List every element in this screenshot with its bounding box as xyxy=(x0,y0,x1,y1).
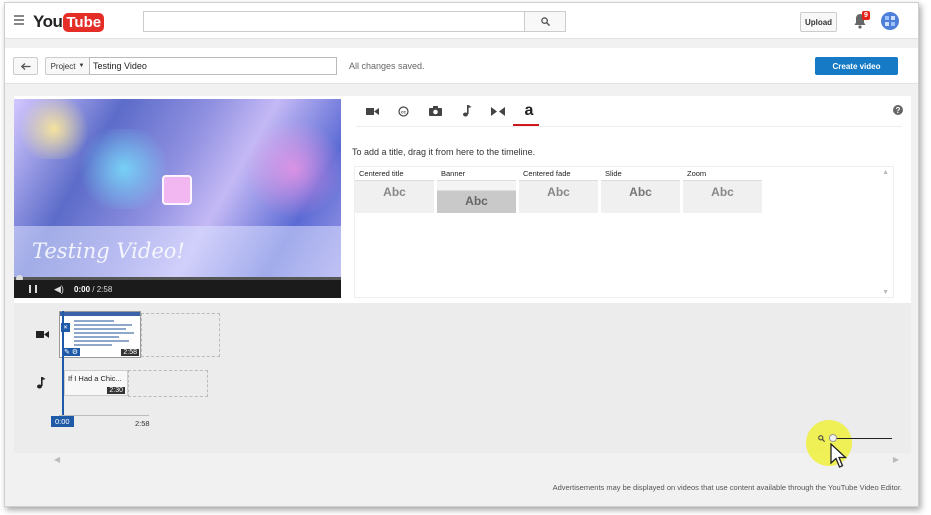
help-icon[interactable]: ? xyxy=(893,105,903,115)
back-arrow-icon xyxy=(20,62,30,70)
search-icon xyxy=(540,17,550,26)
audio-drop-zone[interactable] xyxy=(128,370,208,397)
video-clip-duration: 2:58 xyxy=(121,349,139,356)
save-status: All changes saved. xyxy=(349,61,425,71)
text-icon[interactable]: a xyxy=(519,102,539,120)
upload-button[interactable]: Upload xyxy=(800,12,837,32)
timeline-end-time: 2:58 xyxy=(135,419,150,428)
search-button[interactable] xyxy=(524,11,566,32)
scroll-down-icon[interactable]: ▼ xyxy=(882,289,889,296)
masthead: You Tube Upload 9 xyxy=(5,3,918,39)
project-title-input[interactable] xyxy=(89,57,337,75)
tab-divider xyxy=(356,126,902,127)
photo-icon[interactable] xyxy=(425,102,445,120)
clip-tools-icon[interactable]: ✎ ⚙ xyxy=(62,348,81,356)
logo-tube: Tube xyxy=(63,12,105,32)
title-style-zoom[interactable]: Zoom Abc xyxy=(683,169,762,213)
title-style-centered-title[interactable]: Centered title Abc xyxy=(355,169,434,213)
title-style-sample: Abc xyxy=(519,180,598,213)
pause-icon[interactable] xyxy=(29,285,37,293)
title-style-name: Banner xyxy=(441,169,466,178)
title-instructions: To add a title, drag it from here to the… xyxy=(352,147,536,157)
title-style-sample: Abc xyxy=(601,180,680,213)
audio-clip[interactable]: If I Had a Chic... 2:30 xyxy=(64,370,128,396)
volume-icon[interactable]: ◀) xyxy=(54,284,64,295)
timeline-scrollbar[interactable]: ◀ ▶ xyxy=(14,455,911,465)
avatar[interactable] xyxy=(881,12,899,30)
audio-track-icon xyxy=(36,377,46,392)
editor-tabs: cc a ? xyxy=(356,96,911,126)
search-input[interactable] xyxy=(143,11,525,32)
current-time: 0:00 xyxy=(74,285,91,294)
title-styles-panel: Centered title Abc Banner Abc Centered f… xyxy=(354,166,894,298)
title-style-name: Slide xyxy=(605,169,622,178)
scroll-up-icon[interactable]: ▲ xyxy=(882,169,889,176)
editor-panel: Testing Video! ◀) 0:00 / 2:58 cc a ? To … xyxy=(14,96,911,303)
player-controls: ◀) 0:00 / 2:58 xyxy=(14,280,341,298)
time-display: 0:00 / 2:58 xyxy=(74,285,112,294)
title-style-sample: Abc xyxy=(683,180,762,213)
notification-badge: 9 xyxy=(862,11,870,20)
zoom-slider-handle[interactable] xyxy=(829,434,837,442)
playhead[interactable] xyxy=(62,311,64,421)
zoom-icon xyxy=(818,435,826,444)
scroll-left-icon[interactable]: ◀ xyxy=(54,455,60,464)
youtube-logo[interactable]: You Tube xyxy=(33,12,105,32)
back-button[interactable] xyxy=(13,57,38,75)
camera-icon[interactable] xyxy=(362,102,382,120)
timeline: ✕ ✎ ⚙ 2:58 If I Had a Chic... 2:30 0:00 … xyxy=(14,303,911,468)
audio-clip-name: If I Had a Chic... xyxy=(68,374,122,383)
title-style-centered-fade[interactable]: Centered fade Abc xyxy=(519,169,598,213)
audio-clip-duration: 2:30 xyxy=(107,387,125,394)
title-style-sample: Abc xyxy=(437,180,516,213)
timeline-start-time: 0:00 xyxy=(51,416,74,427)
title-style-name: Zoom xyxy=(687,169,707,178)
preview-square xyxy=(162,175,192,205)
project-dropdown-label: Project xyxy=(50,61,76,71)
title-style-name: Centered fade xyxy=(523,169,571,178)
overlay-title: Testing Video! xyxy=(32,239,185,263)
create-video-button[interactable]: Create video xyxy=(815,57,898,75)
title-style-banner[interactable]: Banner Abc xyxy=(437,169,516,213)
scroll-right-icon[interactable]: ▶ xyxy=(893,455,899,464)
project-bar: Project ▼ All changes saved. Create vide… xyxy=(5,48,918,84)
project-dropdown[interactable]: Project ▼ xyxy=(45,57,90,75)
logo-you: You xyxy=(33,12,63,31)
video-preview[interactable]: Testing Video! ◀) 0:00 / 2:58 xyxy=(14,99,341,298)
music-icon[interactable] xyxy=(457,102,477,120)
transitions-icon[interactable] xyxy=(488,102,508,120)
total-time: / 2:58 xyxy=(92,285,113,294)
svg-text:cc: cc xyxy=(400,109,406,114)
creative-commons-icon[interactable]: cc xyxy=(393,102,413,120)
title-style-slide[interactable]: Slide Abc xyxy=(601,169,680,213)
zoom-slider-track[interactable] xyxy=(836,438,892,439)
title-style-sample: Abc xyxy=(355,180,434,213)
editor-window: You Tube Upload 9 Project ▼ All changes … xyxy=(4,2,919,507)
chevron-down-icon: ▼ xyxy=(78,63,85,69)
video-drop-zone[interactable] xyxy=(141,313,220,357)
footer-notice: Advertisements may be displayed on video… xyxy=(552,483,902,492)
video-track-icon xyxy=(36,328,49,342)
video-clip[interactable]: ✕ ✎ ⚙ 2:58 xyxy=(59,311,141,358)
menu-icon[interactable] xyxy=(14,15,24,25)
title-style-name: Centered title xyxy=(359,169,404,178)
